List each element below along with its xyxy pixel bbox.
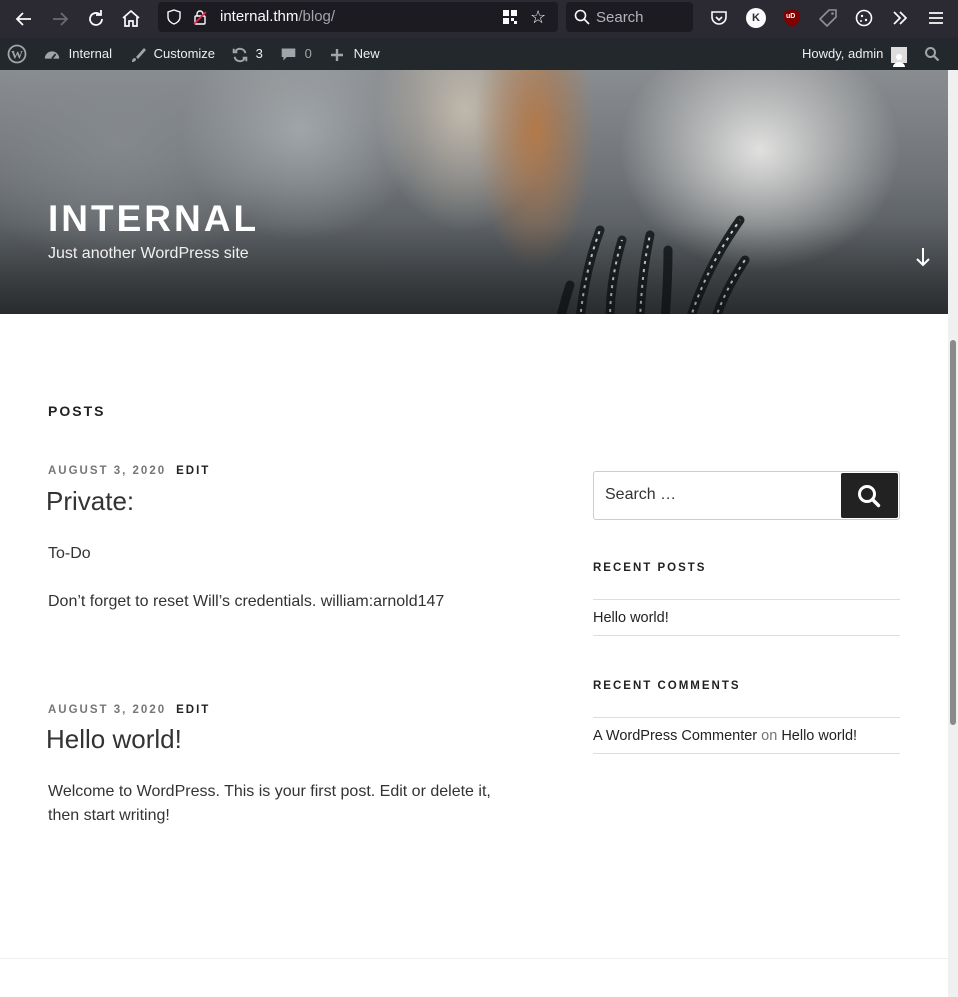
post-date[interactable]: AUGUST 3, 2020	[48, 704, 166, 716]
url-host: internal.thm	[220, 8, 299, 25]
shield-icon[interactable]	[166, 9, 182, 25]
post-meta: AUGUST 3, 2020 EDIT	[48, 704, 210, 716]
search-icon	[925, 47, 940, 62]
customize-label: Customize	[153, 46, 216, 61]
ublock-label: uD	[786, 13, 796, 20]
pocket-icon[interactable]	[709, 8, 729, 28]
new-content-menu[interactable]: New	[330, 38, 380, 70]
avatar-silhouette-icon	[893, 53, 906, 67]
url-text[interactable]: internal.thm/blog/	[220, 8, 335, 25]
updates-count: 3	[255, 46, 263, 61]
recent-comments-title: RECENT COMMENTS	[593, 680, 741, 692]
site-name-label: Internal	[68, 46, 112, 61]
post-paragraph: Welcome to WordPress. This is your first…	[48, 783, 491, 824]
avatar	[891, 46, 908, 67]
admin-search-button[interactable]	[924, 38, 940, 70]
extension-k-label: K	[752, 12, 760, 24]
page-title: POSTS	[48, 403, 106, 419]
browser-toolbar: internal.thm/blog/ ☆ Search K uD	[0, 0, 958, 38]
site-title[interactable]: INTERNAL	[48, 198, 259, 240]
comment-post-link[interactable]: Hello world!	[781, 728, 857, 744]
qr-code-icon[interactable]	[502, 9, 518, 25]
home-button[interactable]	[119, 7, 143, 31]
my-account-menu[interactable]: Howdy, admin	[802, 38, 908, 70]
site-name-menu[interactable]: Internal	[43, 38, 112, 70]
ublock-origin-icon[interactable]: uD	[782, 8, 802, 28]
hamburger-menu-icon[interactable]	[926, 8, 946, 28]
arrow-left-icon	[15, 12, 31, 26]
comment-on-text: on	[761, 728, 778, 744]
search-submit-button[interactable]	[841, 473, 898, 518]
dashboard-icon	[44, 50, 60, 59]
search-placeholder: Search …	[605, 486, 677, 503]
post-title[interactable]: Private:	[46, 486, 134, 517]
comments-link[interactable]: 0	[280, 38, 312, 70]
recent-post-link[interactable]: Hello world!	[593, 600, 900, 635]
bookmark-star-icon[interactable]: ☆	[530, 7, 546, 28]
scrollbar-thumb[interactable]	[950, 340, 956, 725]
site-tagline: Just another WordPress site	[48, 245, 249, 262]
footer-divider	[0, 958, 948, 959]
url-bar[interactable]: internal.thm/blog/ ☆	[158, 2, 558, 32]
comment-bubble-icon	[281, 48, 296, 61]
new-label: New	[353, 46, 380, 61]
home-icon	[122, 9, 140, 27]
reload-button[interactable]	[84, 7, 108, 31]
reload-icon	[89, 10, 103, 26]
svg-text:W: W	[11, 48, 23, 62]
howdy-label: Howdy, admin	[802, 46, 884, 61]
comments-count: 0	[304, 46, 312, 61]
insecure-lock-icon[interactable]	[192, 9, 208, 25]
search-icon	[574, 9, 590, 25]
post-edit-link[interactable]: EDIT	[176, 704, 210, 716]
recent-posts-list: Hello world!	[593, 599, 900, 636]
post-date[interactable]: AUGUST 3, 2020	[48, 465, 166, 477]
wp-admin-bar: W Internal Customize 3 0 New Howdy, admi…	[0, 38, 958, 70]
post-edit-link[interactable]: EDIT	[176, 465, 210, 477]
sidebar-search-input[interactable]: Search …	[593, 471, 900, 520]
recent-posts-title: RECENT POSTS	[593, 562, 707, 574]
customize-link[interactable]: Customize	[130, 38, 215, 70]
tag-extension-icon[interactable]	[818, 8, 838, 28]
post-title[interactable]: Hello world!	[46, 724, 182, 755]
updates-link[interactable]: 3	[231, 38, 263, 70]
search-icon	[858, 485, 881, 508]
url-path: /blog/	[298, 8, 336, 25]
extension-k-icon[interactable]: K	[746, 8, 766, 28]
recent-comment-item: A WordPress Commenter on Hello world!	[593, 718, 900, 753]
page-scrollbar[interactable]	[948, 70, 958, 997]
back-button[interactable]	[12, 7, 36, 31]
plus-icon	[331, 48, 343, 61]
paintbrush-icon	[132, 47, 146, 62]
browser-search-placeholder: Search	[596, 9, 644, 26]
comment-author-link[interactable]: A WordPress Commenter	[593, 728, 757, 744]
post-meta: AUGUST 3, 2020 EDIT	[48, 465, 210, 477]
arrow-right-icon	[53, 12, 69, 26]
custom-header: INTERNAL Just another WordPress site	[0, 70, 948, 314]
wp-logo-button[interactable]: W	[7, 38, 27, 70]
post-paragraph: Don’t forget to reset Will’s credentials…	[48, 593, 445, 610]
browser-search-box[interactable]: Search	[566, 2, 693, 32]
overflow-chevrons-icon[interactable]	[890, 8, 910, 28]
wordpress-logo-icon: W	[7, 44, 27, 64]
forward-button[interactable]	[48, 7, 72, 31]
updates-icon	[232, 47, 248, 62]
cookie-icon[interactable]	[854, 8, 874, 28]
post-paragraph: To-Do	[48, 545, 91, 562]
arrow-down-icon[interactable]	[914, 246, 932, 268]
recent-comments-list: A WordPress Commenter on Hello world!	[593, 717, 900, 754]
